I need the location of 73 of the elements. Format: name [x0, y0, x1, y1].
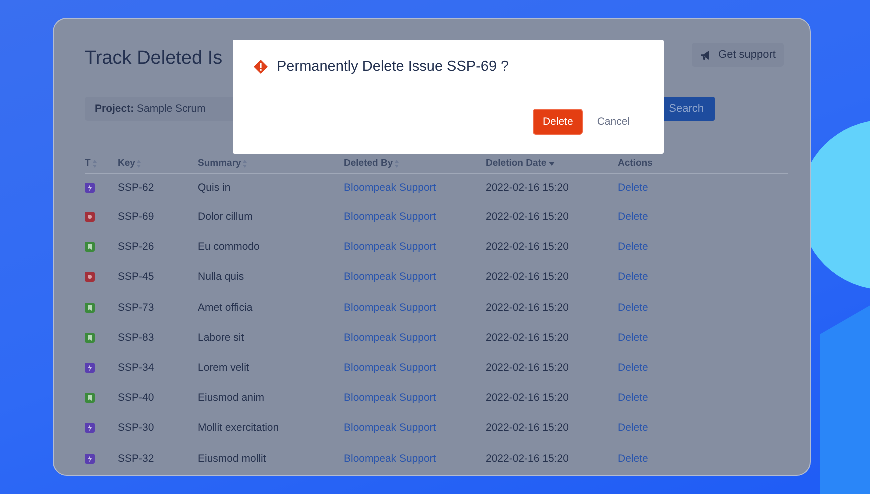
column-header[interactable]: Deletion Date [486, 158, 555, 169]
issue-type-icon [85, 332, 95, 343]
deletion-date: 2022-02-16 15:20 [486, 422, 569, 434]
deletion-date: 2022-02-16 15:20 [486, 362, 569, 374]
sort-descending-icon [548, 162, 555, 166]
issue-type-icon [85, 423, 95, 434]
delete-link[interactable]: Delete [618, 302, 648, 314]
deletion-date: 2022-02-16 15:20 [486, 302, 569, 314]
user-link[interactable]: Bloompeak Support [344, 332, 436, 344]
delete-link[interactable]: Delete [618, 211, 648, 224]
issue-summary: Mollit exercitation [198, 422, 280, 434]
issue-type-icon [85, 212, 95, 222]
issue-summary: Eu commodo [198, 241, 260, 254]
issue-key: SSP-32 [118, 452, 154, 465]
column-header[interactable]: Summary [198, 158, 248, 169]
deletion-date: 2022-02-16 15:20 [486, 241, 569, 254]
issue-type-icon [85, 183, 95, 193]
column-header[interactable]: Deleted By [344, 158, 400, 169]
issue-summary: Eiusmod mollit [198, 452, 266, 465]
issue-type-icon [85, 393, 95, 404]
issue-type-icon [85, 454, 95, 464]
user-link[interactable]: Bloompeak Support [344, 302, 436, 314]
user-link[interactable]: Bloompeak Support [344, 211, 436, 224]
deletion-date: 2022-02-16 15:20 [486, 211, 569, 224]
user-link[interactable]: Bloompeak Support [344, 241, 436, 254]
user-link[interactable]: Bloompeak Support [344, 362, 436, 374]
delete-button[interactable]: Delete [532, 109, 584, 135]
delete-link[interactable]: Delete [618, 241, 648, 254]
issue-summary: Labore sit [198, 332, 244, 344]
deletion-date: 2022-02-16 15:20 [486, 332, 569, 344]
issue-key: SSP-62 [118, 182, 154, 194]
issue-key: SSP-45 [118, 271, 154, 284]
user-link[interactable]: Bloompeak Support [344, 452, 436, 465]
issue-summary: Amet officia [198, 302, 253, 314]
issue-type-icon [85, 242, 95, 252]
issue-summary: Nulla quis [198, 271, 244, 284]
issue-summary: Eiusmod anim [198, 392, 265, 404]
delete-link[interactable]: Delete [618, 452, 648, 465]
page-title: Track Deleted Is [85, 48, 223, 70]
issue-key: SSP-30 [118, 422, 154, 434]
issue-key: SSP-40 [118, 392, 154, 404]
issue-key: SSP-26 [118, 241, 154, 254]
cancel-button[interactable]: Cancel [589, 110, 638, 134]
delete-link[interactable]: Delete [618, 392, 648, 404]
delete-link[interactable]: Delete [618, 271, 648, 284]
issue-summary: Quis in [198, 182, 231, 194]
issue-summary: Dolor cillum [198, 211, 253, 224]
user-link[interactable]: Bloompeak Support [344, 271, 436, 284]
delete-link[interactable]: Delete [618, 422, 648, 434]
dialog-title: Permanently Delete Issue SSP-69 ? [277, 59, 510, 75]
issue-key: SSP-34 [118, 362, 154, 374]
deletion-date: 2022-02-16 15:20 [486, 182, 569, 194]
deletion-date: 2022-02-16 15:20 [486, 452, 569, 465]
delete-link[interactable]: Delete [618, 182, 648, 194]
column-header: Actions [618, 158, 653, 169]
column-header[interactable]: T [85, 158, 97, 169]
warning-icon [254, 60, 268, 74]
deletion-date: 2022-02-16 15:20 [486, 271, 569, 284]
issue-type-icon [85, 363, 95, 374]
user-link[interactable]: Bloompeak Support [344, 392, 436, 404]
issue-summary: Lorem velit [198, 362, 250, 374]
deletion-date: 2022-02-16 15:20 [486, 392, 569, 404]
issue-key: SSP-69 [118, 211, 154, 224]
delete-link[interactable]: Delete [618, 332, 648, 344]
issue-key: SSP-83 [118, 332, 154, 344]
user-link[interactable]: Bloompeak Support [344, 422, 436, 434]
column-header[interactable]: Key [118, 158, 142, 169]
issue-key: SSP-73 [118, 302, 154, 314]
get-support-button[interactable]: Get support [692, 43, 784, 67]
issue-type-icon [85, 302, 95, 313]
delete-link[interactable]: Delete [618, 362, 648, 374]
user-link[interactable]: Bloompeak Support [344, 182, 436, 194]
issue-type-icon [85, 272, 95, 282]
